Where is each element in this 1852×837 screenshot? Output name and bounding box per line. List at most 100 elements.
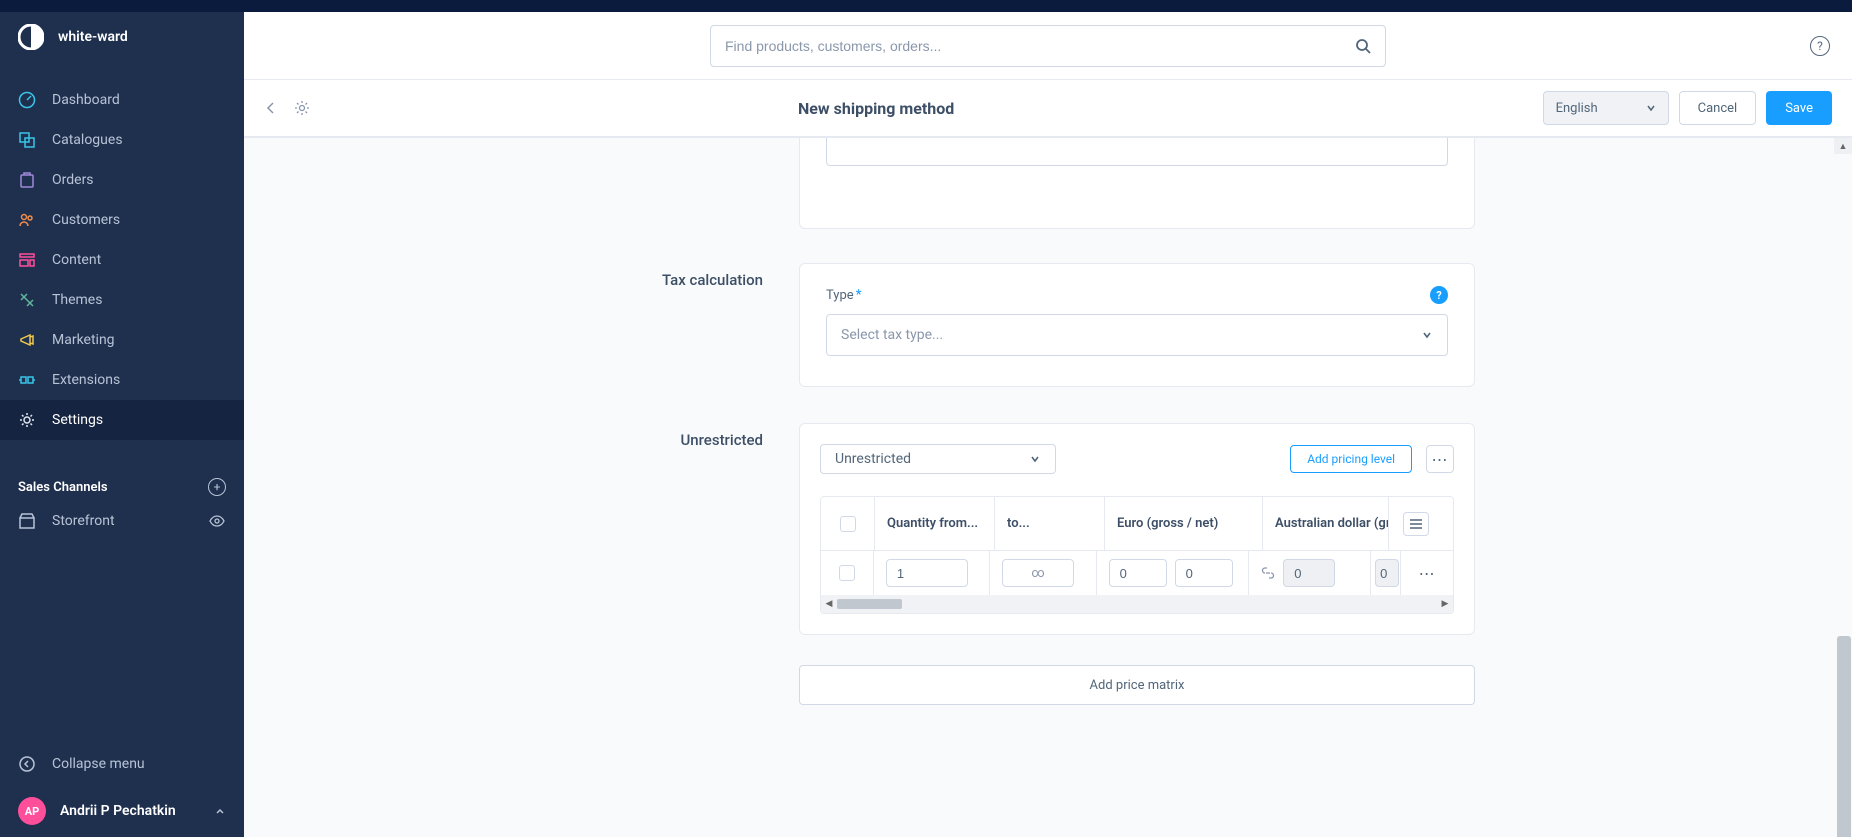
nav-label: Marketing (52, 332, 115, 348)
nav-label: Settings (52, 412, 103, 428)
add-pricing-level-button[interactable]: Add pricing level (1290, 445, 1412, 473)
search-icon[interactable] (1355, 38, 1371, 54)
sidebar: white-ward Dashboard Catalogues Orders C… (0, 12, 244, 837)
save-label: Save (1785, 101, 1813, 116)
top-strip (0, 0, 1852, 12)
tax-card: Type* ? Select tax type... (799, 263, 1475, 387)
brand[interactable]: white-ward (0, 12, 244, 62)
quantity-to-display: ∞ (1002, 559, 1074, 587)
h-scroll-track[interactable] (837, 598, 1437, 610)
orders-icon (18, 171, 36, 189)
partial-input[interactable] (826, 138, 1448, 166)
add-pricing-level-label: Add pricing level (1307, 452, 1395, 466)
nav-label: Catalogues (52, 132, 123, 148)
collapse-menu-button[interactable]: Collapse menu (0, 743, 244, 785)
searchbar-area: ? (244, 12, 1852, 80)
search-input[interactable] (725, 38, 1371, 54)
back-button[interactable] (264, 101, 278, 115)
storefront-label: Storefront (52, 513, 115, 529)
save-button[interactable]: Save (1766, 91, 1832, 125)
page-settings-icon[interactable] (294, 100, 310, 116)
quantity-from-input[interactable] (886, 559, 968, 587)
content-icon (18, 251, 36, 269)
col-euro: Euro (gross / net) (1105, 497, 1263, 550)
nav-label: Customers (52, 212, 120, 228)
matrix-rule-select[interactable]: Unrestricted (820, 444, 1056, 474)
tax-section-label: Tax calculation (244, 263, 799, 387)
themes-icon (18, 291, 36, 309)
language-value: English (1556, 101, 1598, 116)
price-table: Quantity from... to... Euro (gross / net… (820, 496, 1454, 614)
price-table-row: ∞ (821, 551, 1453, 595)
dashboard-icon (18, 91, 36, 109)
extensions-icon (18, 371, 36, 389)
add-price-matrix-button[interactable]: Add price matrix (799, 665, 1475, 705)
nav-catalogues[interactable]: Catalogues (0, 120, 244, 160)
aud-net-input[interactable] (1375, 559, 1399, 587)
required-indicator: * (856, 287, 862, 303)
nav-label: Orders (52, 172, 94, 188)
sales-channels-header: Sales Channels + (0, 460, 244, 502)
storefront-icon (18, 512, 36, 530)
euro-gross-input[interactable] (1109, 559, 1167, 587)
column-settings-button[interactable] (1403, 512, 1429, 536)
cancel-button[interactable]: Cancel (1679, 91, 1757, 125)
nav-customers[interactable]: Customers (0, 200, 244, 240)
nav-label: Extensions (52, 372, 120, 388)
collapse-label: Collapse menu (52, 756, 145, 772)
nav: Dashboard Catalogues Orders Customers Co… (0, 62, 244, 440)
scroll-right-arrow[interactable]: ▶ (1437, 595, 1453, 613)
brand-name: white-ward (58, 29, 128, 45)
nav-dashboard[interactable]: Dashboard (0, 80, 244, 120)
matrix-select-value: Unrestricted (835, 451, 911, 467)
tax-type-select[interactable]: Select tax type... (826, 314, 1448, 356)
nav-extensions[interactable]: Extensions (0, 360, 244, 400)
cancel-label: Cancel (1698, 101, 1738, 116)
h-scroll-thumb[interactable] (837, 599, 902, 609)
main: ? New shipping method English Cancel Sav… (244, 12, 1852, 837)
eye-icon[interactable] (208, 512, 226, 530)
tax-type-placeholder: Select tax type... (841, 327, 943, 343)
chevron-down-icon (1421, 329, 1433, 341)
nav-themes[interactable]: Themes (0, 280, 244, 320)
nav-marketing[interactable]: Marketing (0, 320, 244, 360)
nav-settings[interactable]: Settings (0, 400, 244, 440)
select-all-checkbox[interactable] (840, 516, 856, 532)
sales-channels-title: Sales Channels (18, 480, 108, 495)
add-price-matrix-label: Add price matrix (1090, 678, 1185, 693)
nav-orders[interactable]: Orders (0, 160, 244, 200)
partial-card-top (799, 138, 1475, 229)
nav-label: Dashboard (52, 92, 120, 108)
matrix-section-label: Unrestricted (244, 423, 799, 705)
chevron-up-icon (214, 805, 226, 817)
add-sales-channel-button[interactable]: + (208, 478, 226, 496)
row-checkbox[interactable] (839, 565, 855, 581)
euro-net-input[interactable] (1175, 559, 1233, 587)
nav-label: Content (52, 252, 101, 268)
chevron-down-icon (1646, 103, 1656, 113)
nav-label: Themes (52, 292, 102, 308)
aud-gross-input[interactable] (1283, 559, 1335, 587)
user-name: Andrii P Pechatkin (60, 803, 176, 819)
matrix-context-menu[interactable]: ⋯ (1426, 445, 1454, 473)
link-icon[interactable] (1261, 567, 1275, 579)
price-matrix-card: Unrestricted Add pricing level ⋯ (799, 423, 1475, 635)
scroll-left-arrow[interactable]: ◀ (821, 595, 837, 613)
page-header: New shipping method English Cancel Save (244, 80, 1852, 138)
collapse-icon (18, 755, 36, 773)
sidebar-item-storefront[interactable]: Storefront (0, 502, 244, 540)
col-aud: Australian dollar (gro (1263, 497, 1389, 550)
col-to: to... (995, 497, 1105, 550)
row-context-menu[interactable]: ⋯ (1401, 551, 1453, 595)
nav-content[interactable]: Content (0, 240, 244, 280)
horizontal-scrollbar[interactable]: ◀ ▶ (821, 595, 1453, 613)
avatar: AP (18, 797, 46, 825)
tax-help-badge[interactable]: ? (1430, 286, 1448, 304)
settings-icon (18, 411, 36, 429)
help-icon[interactable]: ? (1810, 36, 1830, 56)
brand-logo-icon (18, 24, 44, 50)
user-menu[interactable]: AP Andrii P Pechatkin (0, 785, 244, 837)
language-select[interactable]: English (1543, 91, 1669, 125)
page-title: New shipping method (798, 99, 954, 118)
global-search[interactable] (710, 25, 1386, 67)
